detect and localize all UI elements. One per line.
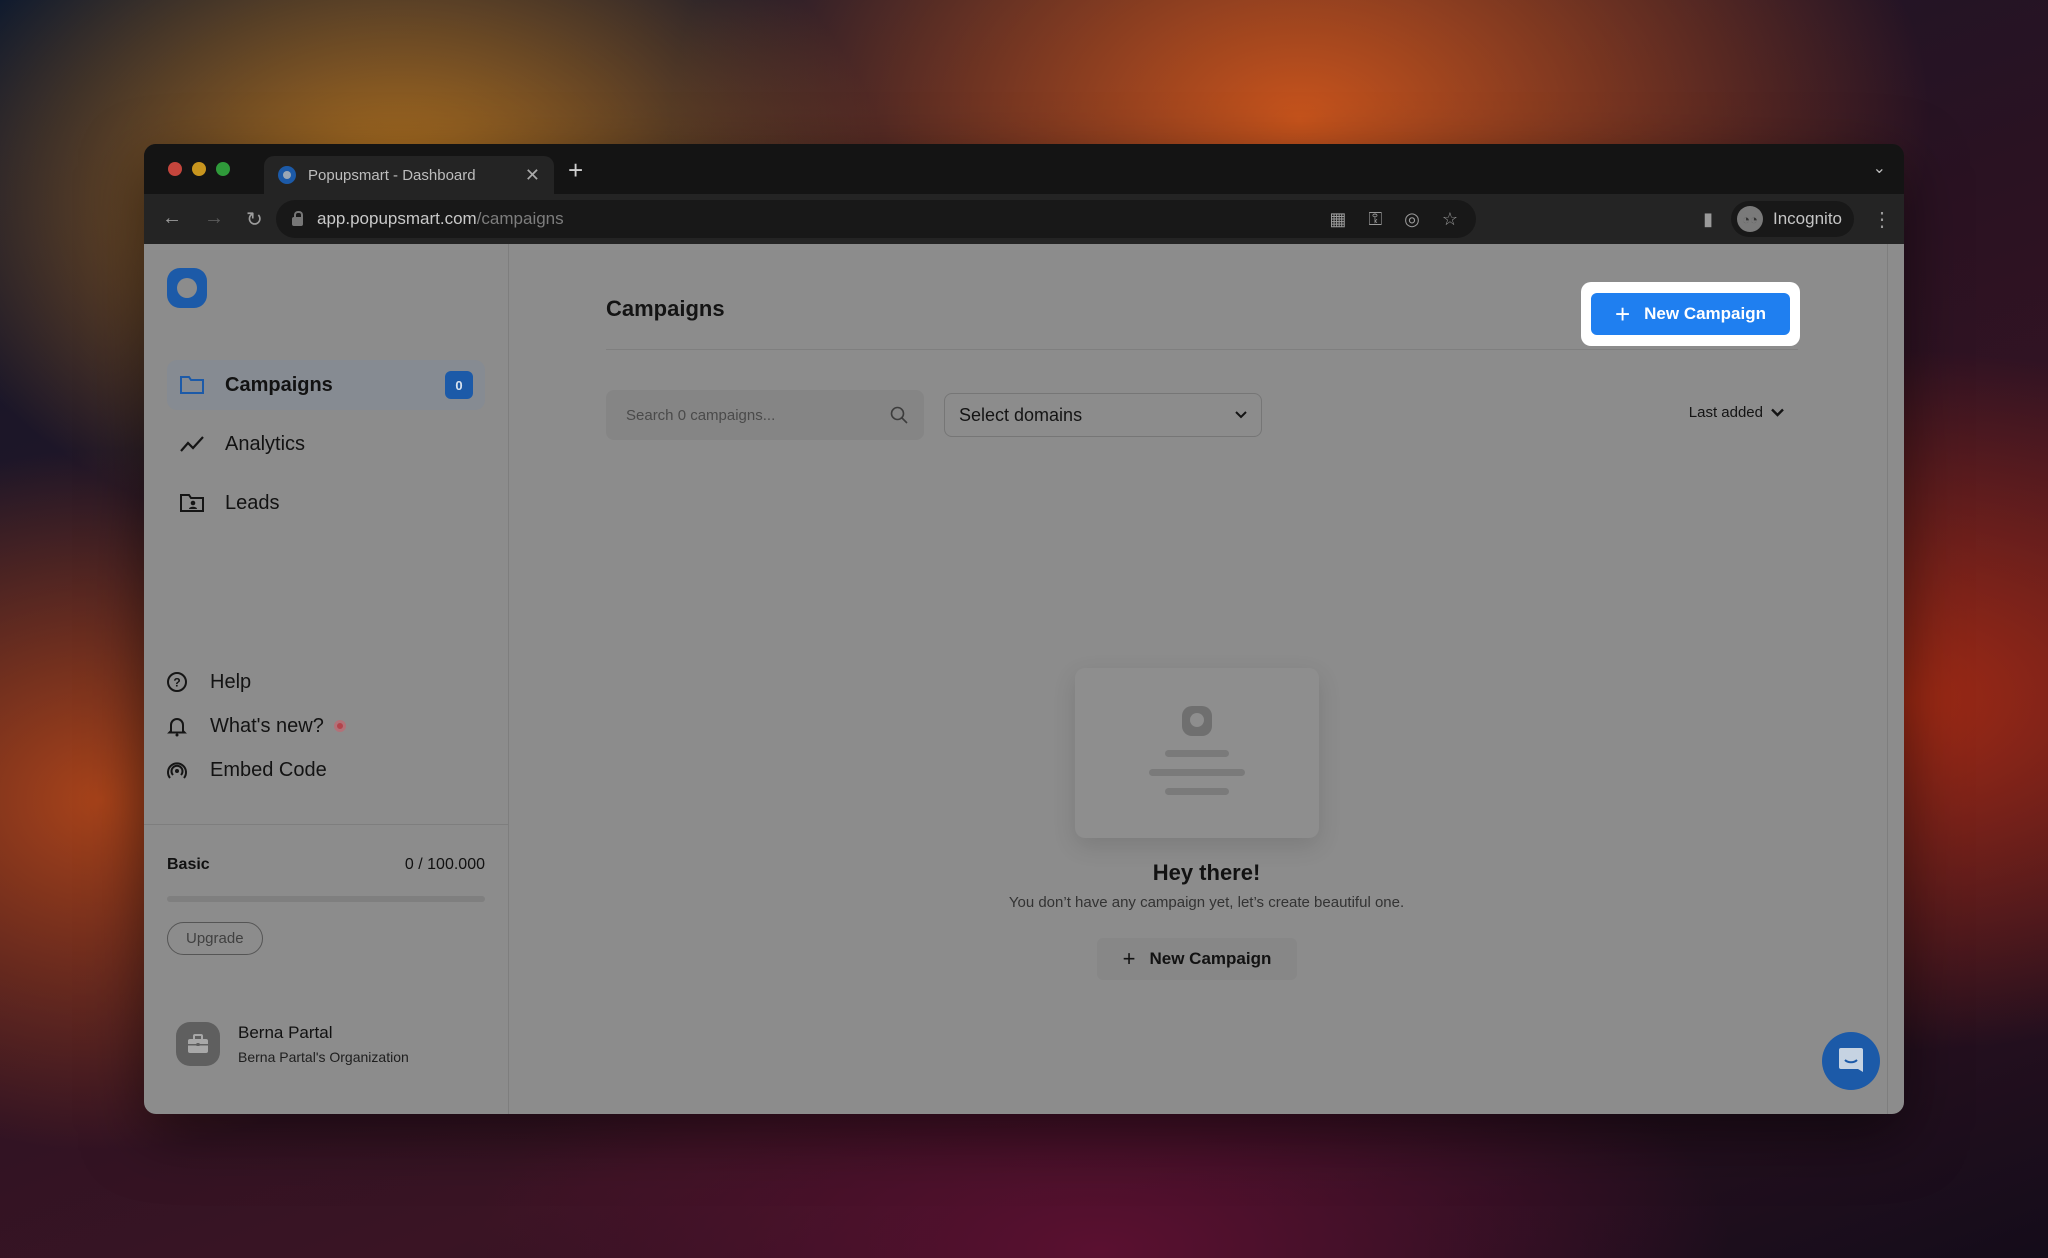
- browser-tab[interactable]: Popupsmart - Dashboard ✕: [264, 156, 554, 194]
- user-name: Berna Partal: [238, 1023, 333, 1042]
- sidebar-item-label: Leads: [225, 491, 280, 514]
- user-profile[interactable]: Berna Partal Berna Partal's Organization: [176, 1022, 409, 1066]
- minimize-window-button[interactable]: [192, 162, 206, 176]
- sidebar-item-analytics[interactable]: Analytics: [167, 419, 485, 469]
- reload-icon[interactable]: ↻: [246, 207, 263, 232]
- star-icon[interactable]: ☆: [1442, 209, 1458, 230]
- lock-icon: [292, 210, 303, 226]
- upgrade-button[interactable]: Upgrade: [167, 922, 263, 955]
- placeholder-line: [1165, 750, 1229, 757]
- sidebar: Campaigns 0 Analytics Leads ? Help What'…: [144, 244, 509, 1114]
- sidebar-nav: Campaigns 0 Analytics Leads: [167, 360, 485, 537]
- app-content: Campaigns 0 Analytics Leads ? Help What'…: [144, 244, 1904, 1114]
- eye-off-icon[interactable]: ◎: [1404, 209, 1420, 230]
- scrollbar[interactable]: [1887, 244, 1888, 1114]
- domain-select[interactable]: Select domains: [944, 393, 1262, 437]
- new-campaign-label: New Campaign: [1644, 304, 1766, 323]
- close-tab-icon[interactable]: ✕: [525, 165, 540, 186]
- help-circle-icon: ?: [166, 671, 188, 693]
- key-icon[interactable]: ⚿: [1368, 209, 1382, 230]
- url-path: /campaigns: [476, 209, 564, 228]
- popupsmart-logo[interactable]: [167, 268, 207, 308]
- sidebar-item-leads[interactable]: Leads: [167, 478, 485, 528]
- url-host: app.popupsmart.com: [317, 209, 477, 228]
- sidebar-item-label: Analytics: [225, 432, 306, 455]
- empty-state-subtitle: You don’t have any campaign yet, let’s c…: [1008, 894, 1405, 911]
- main-content: Campaigns + New Campaign Select domains …: [509, 244, 1904, 1114]
- domain-select-value: Select domains: [959, 404, 1083, 425]
- back-icon[interactable]: ←: [162, 207, 182, 232]
- new-campaign-highlight: + New Campaign: [1580, 282, 1800, 346]
- side-panel-icon[interactable]: ▮: [1703, 209, 1713, 230]
- sidebar-item-label: Campaigns: [225, 373, 333, 396]
- chevron-down-icon: [1771, 408, 1784, 417]
- new-tab-button[interactable]: +: [568, 156, 583, 184]
- chat-icon: [1839, 1048, 1863, 1072]
- sidebar-item-label: Help: [210, 670, 252, 693]
- sidebar-item-label: What's new?: [210, 714, 324, 737]
- empty-new-campaign-button[interactable]: + New Campaign: [1097, 938, 1297, 980]
- organization-avatar: [176, 1022, 220, 1066]
- tab-search-chevron-icon[interactable]: ⌄: [1873, 158, 1886, 178]
- maximize-window-button[interactable]: [216, 162, 230, 176]
- placeholder-line: [1165, 788, 1229, 795]
- plan-usage: Basic 0 / 100.000 Upgrade: [167, 856, 485, 955]
- folder-icon: [179, 374, 205, 396]
- tab-title: Popupsmart - Dashboard: [308, 166, 476, 184]
- sidebar-item-whats-new[interactable]: What's new?: [166, 704, 346, 748]
- page-title: Campaigns: [606, 296, 725, 321]
- search-icon[interactable]: [890, 406, 908, 424]
- forward-icon[interactable]: →: [204, 207, 224, 232]
- plan-name: Basic: [167, 856, 210, 873]
- sort-dropdown[interactable]: Last added: [1689, 404, 1784, 421]
- placeholder-line: [1149, 769, 1245, 776]
- empty-state-title: Hey there!: [1152, 860, 1261, 885]
- profile-label: Incognito: [1773, 209, 1842, 228]
- sidebar-bottom-menu: ? Help What's new? Embed Code: [166, 660, 346, 792]
- search-input[interactable]: [626, 406, 890, 424]
- favicon-icon: [278, 166, 296, 184]
- tab-bar: Popupsmart - Dashboard ✕ + ⌄: [144, 144, 1904, 194]
- sidebar-item-label: Embed Code: [210, 758, 327, 781]
- contact-folder-icon: [179, 492, 205, 514]
- new-campaign-button[interactable]: + New Campaign: [1590, 293, 1790, 335]
- empty-new-campaign-label: New Campaign: [1149, 949, 1272, 968]
- plus-icon: +: [1122, 946, 1136, 971]
- chat-launcher-button[interactable]: [1822, 1032, 1880, 1090]
- sort-label: Last added: [1688, 404, 1763, 421]
- sidebar-item-campaigns[interactable]: Campaigns 0: [167, 360, 485, 410]
- briefcase-icon: [188, 1034, 208, 1053]
- qr-code-icon[interactable]: ▦: [1329, 209, 1346, 230]
- search-field: [606, 390, 924, 440]
- incognito-profile-button[interactable]: ◔◔ Incognito: [1731, 201, 1854, 237]
- empty-state-illustration: [1075, 668, 1319, 838]
- usage-progress-bar: [167, 896, 485, 902]
- chevron-down-icon: [1235, 411, 1247, 419]
- close-window-button[interactable]: [168, 162, 182, 176]
- browser-window: Popupsmart - Dashboard ✕ + ⌄ ← → ↻ app.p…: [144, 144, 1904, 1114]
- plan-usage-count: 0 / 100.000: [404, 856, 485, 873]
- trend-line-icon: [179, 433, 205, 455]
- organization-name: Berna Partal's Organization: [238, 1049, 409, 1065]
- sidebar-divider: [144, 824, 508, 825]
- svg-text:?: ?: [173, 676, 180, 690]
- plus-icon: +: [1614, 299, 1631, 329]
- logo-placeholder-icon: [1182, 706, 1212, 736]
- header-divider: [606, 349, 1798, 350]
- broadcast-icon: [166, 759, 188, 781]
- bell-icon: [166, 715, 188, 737]
- sidebar-item-embed-code[interactable]: Embed Code: [166, 748, 346, 792]
- campaign-count-badge: 0: [445, 371, 473, 399]
- more-menu-icon[interactable]: ⋮: [1872, 207, 1892, 232]
- window-controls: [168, 162, 230, 176]
- browser-toolbar: ← → ↻ app.popupsmart.com/campaigns ▦ ⚿ ◎…: [144, 194, 1904, 244]
- sidebar-item-help[interactable]: ? Help: [166, 660, 346, 704]
- notification-dot: [333, 720, 346, 732]
- address-bar[interactable]: app.popupsmart.com/campaigns ▦ ⚿ ◎ ☆: [276, 200, 1476, 238]
- incognito-icon: ◔◔: [1737, 206, 1763, 232]
